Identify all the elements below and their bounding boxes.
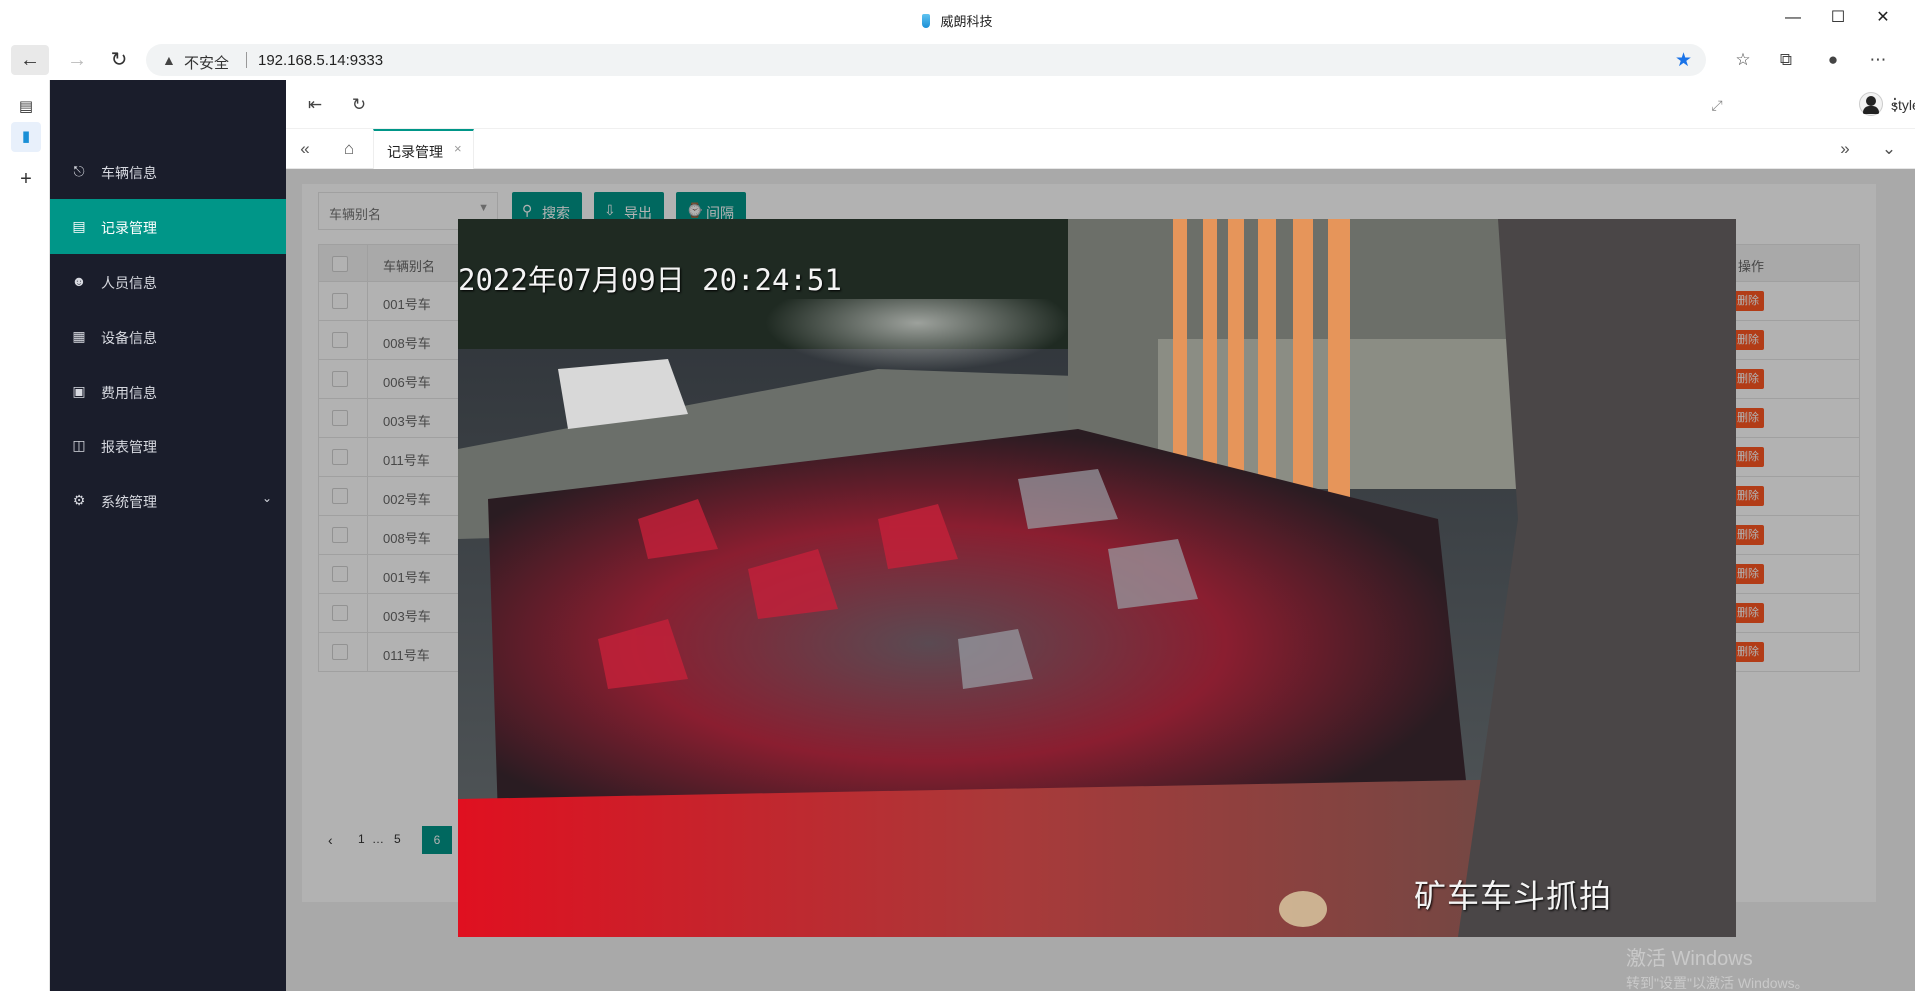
document-icon: ▤ — [72, 218, 86, 234]
browser-titlebar: 威朗科技 — ☐ ✕ — [0, 0, 1915, 40]
sidebar-item-reports[interactable]: ◫ 报表管理 — [50, 418, 286, 473]
sidebar-item-label: 费用信息 — [101, 385, 157, 401]
watermark-line2: 转到"设置"以激活 Windows。 — [1626, 975, 1809, 991]
page-tabs-bar: « ⌂ 记录管理 × » ⌄ — [286, 129, 1915, 169]
window-title-text: 威朗科技 — [940, 14, 993, 29]
forward-button[interactable]: → — [58, 45, 96, 75]
home-icon[interactable]: ⌂ — [338, 138, 360, 160]
current-tab-icon[interactable]: ▮ — [11, 122, 41, 152]
snapshot-caption: 矿车车斗抓拍 — [1414, 878, 1613, 914]
sidebar-item-label: 系统管理 — [101, 494, 157, 510]
app-sidebar: ⎋ 车辆信息 ▤ 记录管理 ☻ 人员信息 ▦ 设备信息 ▣ 费用信息 ◫ 报表管… — [50, 80, 286, 991]
tab-label: 记录管理 — [387, 144, 443, 160]
chevron-down-icon: ⌄ — [261, 491, 272, 505]
back-button[interactable]: ← — [11, 45, 49, 75]
tab-menu-chevron-icon[interactable]: ⌄ — [1878, 138, 1900, 160]
tab-actions-icon[interactable]: ▤ — [11, 92, 41, 122]
scroll-left-icon[interactable]: « — [294, 138, 316, 160]
security-label[interactable]: 不安全 — [184, 52, 229, 73]
address-bar[interactable]: ▲ 不安全 192.168.5.14:9333 ★ — [146, 44, 1706, 76]
more-vertical-icon[interactable]: ⋮ — [1884, 94, 1906, 116]
close-window-button[interactable]: ✕ — [1863, 4, 1903, 32]
sidebar-item-records[interactable]: ▤ 记录管理 — [50, 199, 286, 254]
favicon-icon — [922, 14, 931, 28]
user-icon: ☻ — [71, 273, 87, 289]
sidebar-item-label: 人员信息 — [101, 275, 157, 291]
sidebar-item-label: 车辆信息 — [101, 165, 157, 181]
window-title: 威朗科技 — [0, 11, 1915, 30]
reload-button[interactable]: ↻ — [100, 45, 138, 75]
avatar[interactable] — [1859, 92, 1883, 116]
sidebar-item-label: 记录管理 — [101, 220, 157, 236]
collapse-menu-icon[interactable]: ⇤ — [304, 94, 326, 116]
camera-snapshot-image — [458, 219, 1736, 937]
gear-icon: ⚙ — [72, 492, 86, 508]
scroll-right-icon[interactable]: » — [1834, 138, 1856, 160]
sidebar-item-system[interactable]: ⚙ 系统管理 ⌄ — [50, 473, 286, 528]
refresh-icon[interactable]: ↻ — [348, 94, 370, 116]
app-header: ⇤ ↻ ⤢ stylefeng ▼ ⋮ — [286, 80, 1915, 129]
sidebar-item-devices[interactable]: ▦ 设备信息 — [50, 309, 286, 364]
osd-timestamp: 2022年07月09日 20:24:51 — [458, 263, 842, 297]
maximize-button[interactable]: ☐ — [1818, 4, 1858, 32]
profile-icon[interactable]: ● — [1820, 48, 1846, 72]
favorite-star-icon[interactable]: ★ — [1675, 49, 1692, 72]
watermark-line1: 激活 Windows — [1626, 948, 1753, 970]
tab-records[interactable]: 记录管理 × — [373, 129, 474, 169]
windows-activation-watermark: 激活 Windows 转到"设置"以激活 Windows。 — [1626, 942, 1915, 993]
more-menu-icon[interactable]: ⋯ — [1865, 48, 1891, 72]
wallet-icon: ▣ — [72, 383, 86, 399]
favorites-icon[interactable]: ☆ — [1730, 48, 1756, 72]
minimize-button[interactable]: — — [1773, 4, 1813, 32]
browser-side-rail: ▤ ▮ + — [0, 80, 50, 991]
sidebar-item-personnel[interactable]: ☻ 人员信息 — [50, 254, 286, 309]
url-text[interactable]: 192.168.5.14:9333 — [258, 52, 383, 69]
collections-icon[interactable]: ⧉ — [1773, 48, 1799, 72]
report-icon: ◫ — [72, 437, 86, 453]
fullscreen-icon[interactable]: ⤢ — [1706, 94, 1728, 116]
snapshot-modal[interactable]: 2022年07月09日 20:24:51 矿车车斗抓拍 — [458, 219, 1736, 937]
new-tab-icon[interactable]: + — [11, 164, 41, 194]
device-icon: ▦ — [72, 328, 86, 344]
address-separator — [246, 52, 247, 68]
sidebar-item-vehicles[interactable]: ⎋ 车辆信息 — [50, 144, 286, 199]
sidebar-item-label: 设备信息 — [101, 330, 157, 346]
tab-close-icon[interactable]: × — [454, 141, 462, 156]
browser-toolbar: ← → ↻ ▲ 不安全 192.168.5.14:9333 ★ ☆ ⧉ ● ⋯ — [0, 40, 1915, 80]
warning-icon[interactable]: ▲ — [162, 52, 176, 68]
sidebar-item-label: 报表管理 — [101, 439, 157, 455]
sidebar-item-fees[interactable]: ▣ 费用信息 — [50, 364, 286, 419]
car-icon: ⎋ — [73, 163, 85, 179]
